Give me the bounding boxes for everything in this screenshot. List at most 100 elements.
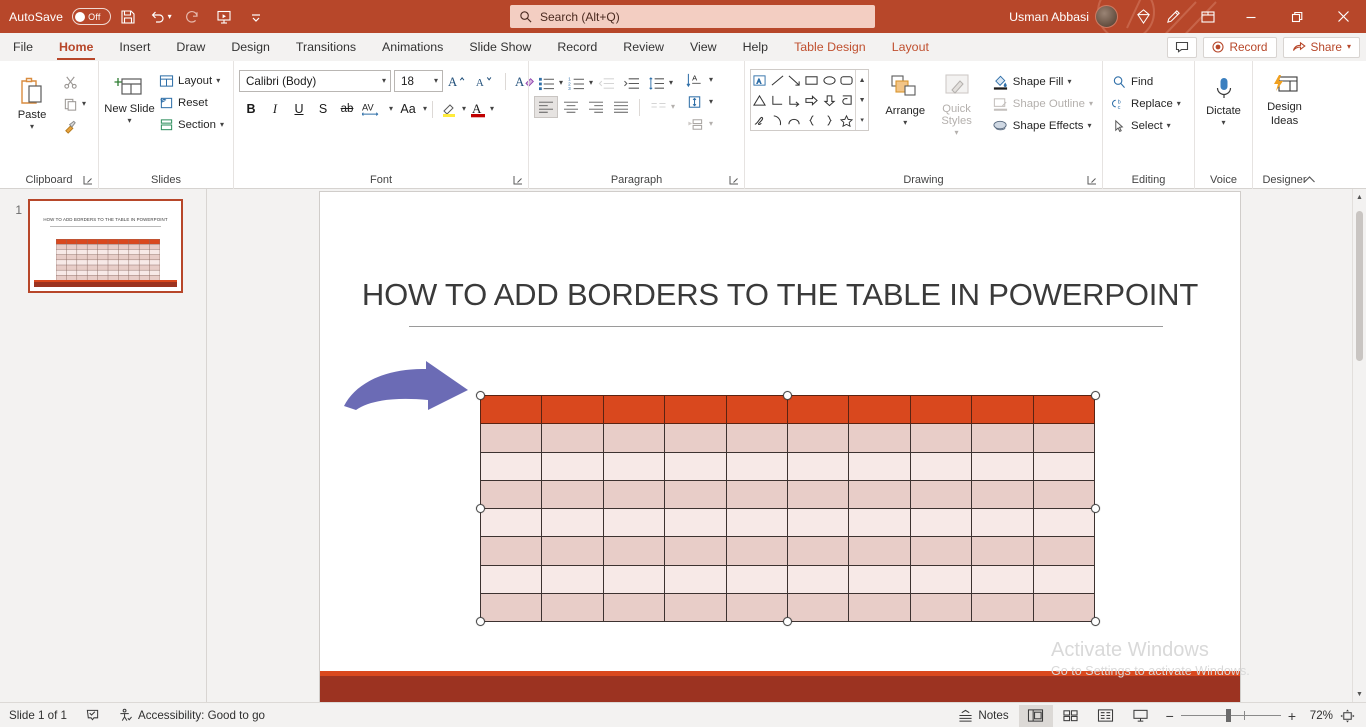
table-cell[interactable] bbox=[725, 479, 788, 510]
find-button[interactable]: Find bbox=[1108, 71, 1185, 93]
table-cell[interactable] bbox=[541, 507, 604, 538]
chevron-down-icon[interactable]: ▾ bbox=[709, 98, 713, 106]
justify-button[interactable] bbox=[609, 96, 633, 118]
table-cell[interactable] bbox=[664, 423, 727, 453]
text-shadow-button[interactable]: S bbox=[311, 98, 335, 120]
minimize-button[interactable] bbox=[1228, 0, 1274, 33]
chevron-down-icon[interactable]: ▾ bbox=[1177, 100, 1181, 108]
paste-button[interactable]: Paste ▾ bbox=[5, 65, 59, 131]
chevron-down-icon[interactable]: ▾ bbox=[82, 100, 86, 108]
align-right-button[interactable] bbox=[584, 96, 608, 118]
tab-help[interactable]: Help bbox=[730, 33, 781, 61]
format-painter-button[interactable] bbox=[59, 115, 90, 137]
table-cell[interactable] bbox=[602, 423, 666, 453]
tab-animations[interactable]: Animations bbox=[369, 33, 456, 61]
slide-thumbnail-1[interactable]: HOW TO ADD BORDERS TO THE TABLE IN POWER… bbox=[28, 199, 183, 293]
zoom-slider[interactable]: − + 72% bbox=[1159, 708, 1362, 724]
dictate-button[interactable]: Dictate ▾ bbox=[1200, 65, 1247, 127]
resize-handle-middle-right[interactable] bbox=[1090, 503, 1100, 513]
search-input[interactable]: Search (Alt+Q) bbox=[510, 5, 875, 28]
font-dialog-launcher[interactable] bbox=[513, 175, 526, 188]
new-slide-button[interactable]: New Slide ▾ bbox=[104, 65, 155, 125]
table-cell[interactable] bbox=[971, 536, 1034, 566]
zoom-value[interactable]: 72% bbox=[1303, 709, 1333, 722]
slideshow-view-button[interactable] bbox=[1124, 705, 1158, 727]
tab-draw[interactable]: Draw bbox=[163, 33, 218, 61]
table-cell[interactable] bbox=[725, 536, 788, 566]
tab-view[interactable]: View bbox=[677, 33, 730, 61]
table-cell[interactable] bbox=[1032, 564, 1096, 594]
resize-handle-top-center[interactable] bbox=[783, 390, 792, 400]
zoom-in-button[interactable]: + bbox=[1288, 708, 1296, 724]
record-button[interactable]: Record bbox=[1203, 36, 1277, 58]
table-cell[interactable] bbox=[848, 423, 911, 453]
shape-line-icon[interactable] bbox=[768, 70, 785, 90]
shapes-scroll-down-icon[interactable]: ▼ bbox=[856, 90, 868, 110]
tab-table-design[interactable]: Table Design bbox=[781, 33, 879, 61]
shape-outline-button[interactable]: Shape Outline ▾ bbox=[988, 93, 1097, 115]
shapes-gallery-scrollbar[interactable]: ▲ ▼ ▾ bbox=[855, 70, 868, 130]
table-cell[interactable] bbox=[725, 564, 788, 594]
avatar[interactable] bbox=[1095, 5, 1118, 28]
chevron-down-icon[interactable]: ▾ bbox=[903, 119, 907, 127]
shape-elbow-arrow-icon[interactable] bbox=[786, 90, 803, 110]
change-case-button[interactable]: Aa bbox=[393, 98, 423, 120]
shape-arrow-icon[interactable] bbox=[786, 70, 803, 90]
table-row[interactable] bbox=[479, 394, 1096, 425]
shape-down-arrow-icon[interactable] bbox=[820, 90, 837, 110]
table-cell[interactable] bbox=[1032, 536, 1096, 566]
table-cell[interactable] bbox=[848, 564, 911, 594]
chevron-down-icon[interactable]: ▾ bbox=[671, 103, 675, 111]
table-cell[interactable] bbox=[479, 536, 543, 566]
close-button[interactable] bbox=[1320, 0, 1366, 33]
table-cell[interactable] bbox=[664, 394, 727, 425]
chevron-down-icon[interactable]: ▾ bbox=[1221, 119, 1225, 127]
table-cell[interactable] bbox=[541, 394, 604, 425]
microsoft-365-diamond-icon[interactable] bbox=[1128, 4, 1158, 30]
table-cell[interactable] bbox=[602, 394, 666, 425]
table-cell[interactable] bbox=[786, 451, 850, 481]
table-cell[interactable] bbox=[664, 592, 727, 623]
table-cell[interactable] bbox=[725, 423, 788, 453]
shape-scribble-icon[interactable] bbox=[751, 110, 768, 130]
tab-transitions[interactable]: Transitions bbox=[283, 33, 369, 61]
chevron-down-icon[interactable]: ▾ bbox=[423, 105, 427, 113]
table-cell[interactable] bbox=[479, 592, 543, 623]
tab-layout[interactable]: Layout bbox=[879, 33, 942, 61]
shape-oval-icon[interactable] bbox=[820, 70, 837, 90]
table-cell[interactable] bbox=[664, 536, 727, 566]
save-icon[interactable] bbox=[113, 4, 143, 30]
table-cell[interactable] bbox=[602, 451, 666, 481]
table-cell[interactable] bbox=[848, 479, 911, 510]
chevron-down-icon[interactable]: ▾ bbox=[220, 121, 224, 129]
shape-right-arrow-icon[interactable] bbox=[803, 90, 820, 110]
tab-design[interactable]: Design bbox=[218, 33, 283, 61]
table-cell[interactable] bbox=[909, 479, 973, 510]
table-cell[interactable] bbox=[602, 592, 666, 623]
table-cell[interactable] bbox=[602, 507, 666, 538]
tab-home[interactable]: Home bbox=[46, 33, 106, 61]
underline-button[interactable]: U bbox=[287, 98, 311, 120]
shape-triangle-icon[interactable] bbox=[751, 90, 768, 110]
strikethrough-button[interactable]: ab bbox=[335, 98, 359, 120]
table-cell[interactable] bbox=[602, 479, 666, 510]
table-row[interactable] bbox=[479, 564, 1096, 594]
table-cell[interactable] bbox=[479, 451, 543, 481]
shape-curve-icon[interactable] bbox=[786, 110, 803, 130]
table-cell[interactable] bbox=[479, 564, 543, 594]
undo-icon[interactable]: ▾ bbox=[145, 4, 175, 30]
tab-review[interactable]: Review bbox=[610, 33, 677, 61]
table-cell[interactable] bbox=[848, 536, 911, 566]
chevron-down-icon[interactable]: ▾ bbox=[490, 105, 494, 113]
font-name-combobox[interactable]: Calibri (Body) ▾ bbox=[239, 70, 391, 92]
select-button[interactable]: Select ▾ bbox=[1108, 115, 1185, 137]
character-spacing-button[interactable]: AV bbox=[359, 98, 389, 120]
table-cell[interactable] bbox=[971, 479, 1034, 510]
chevron-down-icon[interactable]: ▾ bbox=[1089, 100, 1093, 108]
table-cell[interactable] bbox=[541, 564, 604, 594]
table-cell[interactable] bbox=[786, 592, 850, 623]
table-cell[interactable] bbox=[971, 423, 1034, 453]
table-cell[interactable] bbox=[725, 592, 788, 623]
table-cell[interactable] bbox=[971, 592, 1034, 623]
chevron-down-icon[interactable]: ▾ bbox=[30, 123, 34, 131]
